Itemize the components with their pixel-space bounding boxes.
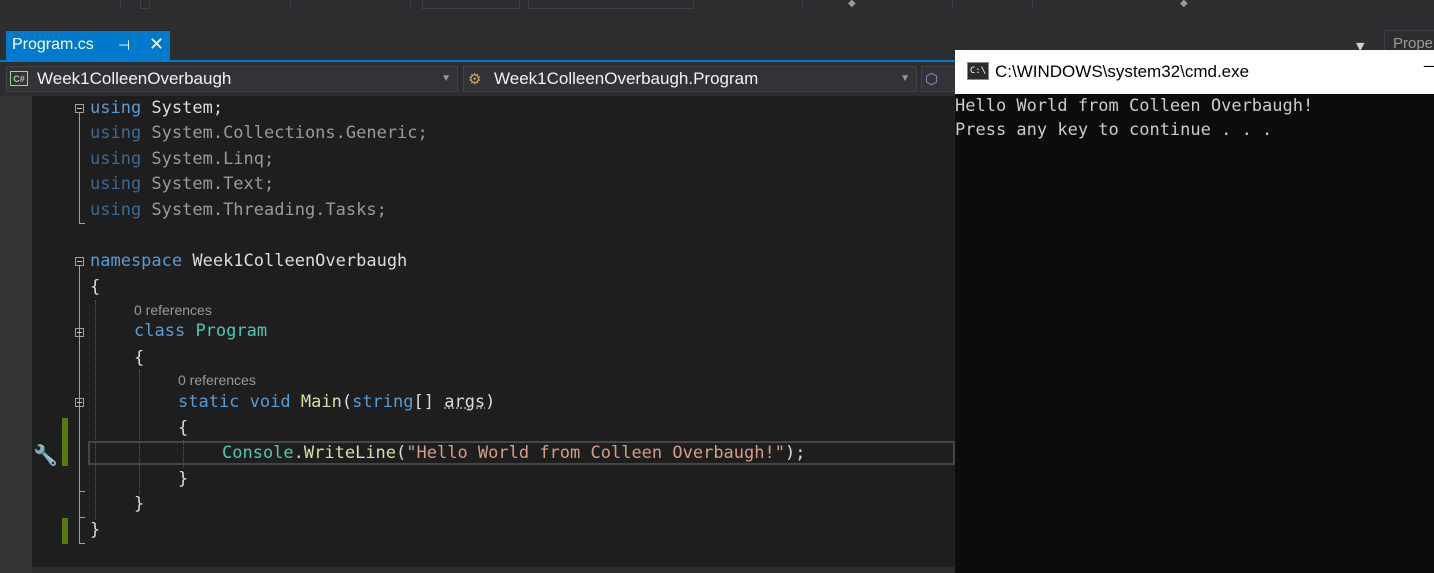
- code-line[interactable]: {: [178, 417, 188, 439]
- code-text: ): [485, 392, 496, 412]
- toolbar-separator: [1032, 0, 1033, 8]
- method-cube-icon: ⬡: [925, 71, 939, 88]
- outline-line: [79, 543, 85, 544]
- indent-guide: [95, 300, 96, 520]
- console-output-line: Press any key to continue . . .: [955, 120, 1273, 140]
- collapse-icon[interactable]: [75, 104, 84, 113]
- keyword: using: [90, 98, 142, 118]
- collapse-icon[interactable]: [75, 257, 84, 266]
- keyword: namespace: [90, 251, 183, 271]
- toolbar-separator: [120, 0, 121, 8]
- code-text: (: [396, 443, 407, 463]
- code-text: System;: [141, 98, 224, 118]
- keyword: void: [249, 392, 291, 412]
- code-line[interactable]: using System.Collections.Generic;: [90, 122, 428, 144]
- code-line[interactable]: using System.Linq;: [90, 148, 274, 170]
- toolbar-separator: [290, 0, 291, 8]
- change-marker-bar: [62, 518, 68, 544]
- csharp-project-icon: C#: [10, 71, 28, 86]
- close-icon[interactable]: ✕: [149, 34, 164, 55]
- horizontal-scrollbar[interactable]: [32, 567, 955, 573]
- chevron-down-icon[interactable]: ◆: [848, 0, 856, 9]
- main-toolbar: ◆ ◆: [0, 0, 1434, 30]
- toolbar-separator: [802, 0, 803, 8]
- outline-line: [79, 517, 85, 518]
- code-line[interactable]: using System.Threading.Tasks;: [90, 199, 387, 221]
- type-name: Console: [222, 443, 294, 463]
- console-output-line: Hello World from Colleen Overbaugh!: [955, 96, 1314, 116]
- outline-line: [79, 223, 85, 224]
- toolbar-separator: [410, 0, 411, 8]
- indent-guide: [139, 370, 140, 494]
- platform-dropdown[interactable]: [528, 0, 694, 9]
- keyword: class: [134, 321, 186, 341]
- code-text: System.Threading.Tasks;: [141, 200, 387, 220]
- cmd-window[interactable]: C:\ C:\WINDOWS\system32\cmd.exe — Hello …: [955, 50, 1434, 573]
- code-line[interactable]: class Program: [134, 320, 267, 342]
- glyph-margin: [0, 96, 32, 573]
- code-text: .: [293, 443, 304, 463]
- code-text: (: [341, 392, 353, 412]
- class-dropdown-value: Week1ColleenOverbaugh.Program: [494, 69, 759, 88]
- class-dropdown[interactable]: ⚙ Week1ColleenOverbaugh.Program ▼: [463, 66, 917, 92]
- code-line[interactable]: Console.WriteLine("Hello World from Coll…: [222, 442, 805, 464]
- tab-label: Program.cs: [12, 36, 94, 53]
- code-text: System.Text;: [141, 174, 275, 194]
- codelens-references[interactable]: 0 references: [134, 302, 212, 318]
- namespace-name: Week1ColleenOverbaugh: [182, 251, 408, 271]
- code-text: []: [413, 392, 445, 412]
- class-icon: ⚙: [468, 71, 482, 88]
- keyword: using: [90, 149, 142, 169]
- pin-icon[interactable]: ⊣: [118, 38, 130, 54]
- collapse-icon[interactable]: [75, 328, 84, 337]
- tab-program-cs[interactable]: Program.cs ⊣ ✕: [6, 31, 170, 60]
- outline-line: [79, 491, 85, 492]
- project-dropdown[interactable]: C# Week1ColleenOverbaugh ▼: [6, 66, 458, 92]
- keyword: using: [90, 123, 142, 143]
- chevron-down-icon: ▼: [900, 73, 910, 84]
- outline-line: [79, 113, 80, 223]
- code-line[interactable]: static void Main(string[] args): [178, 391, 495, 413]
- class-name: Program: [195, 321, 268, 341]
- cmd-icon: C:\: [967, 62, 989, 80]
- code-line[interactable]: }: [134, 493, 144, 515]
- change-marker-bar: [62, 418, 68, 466]
- code-line[interactable]: namespace Week1ColleenOverbaugh: [90, 250, 407, 272]
- minimize-button[interactable]: —: [1423, 56, 1434, 75]
- chevron-down-icon[interactable]: ◆: [1180, 0, 1188, 9]
- code-line[interactable]: {: [90, 276, 100, 298]
- code-line[interactable]: {: [134, 347, 144, 369]
- codelens-references[interactable]: 0 references: [178, 372, 256, 388]
- keyword: static: [178, 392, 240, 412]
- screwdriver-icon[interactable]: 🔧: [33, 443, 58, 467]
- toolbar-separator: [952, 0, 953, 8]
- code-line[interactable]: }: [90, 519, 100, 541]
- toolbar-button[interactable]: [140, 0, 150, 9]
- collapse-icon[interactable]: [75, 398, 84, 407]
- code-line[interactable]: }: [178, 468, 188, 490]
- code-line[interactable]: using System.Text;: [90, 173, 274, 195]
- cmd-window-title: C:\WINDOWS\system32\cmd.exe: [995, 62, 1250, 81]
- method-name: Main: [300, 392, 342, 412]
- code-text: System.Collections.Generic;: [141, 123, 428, 143]
- code-line[interactable]: using System;: [90, 97, 223, 119]
- project-dropdown-value: Week1ColleenOverbaugh: [37, 69, 232, 88]
- code-text: );: [784, 443, 806, 463]
- keyword: string: [352, 392, 414, 412]
- code-text: System.Linq;: [141, 149, 275, 169]
- solution-config-dropdown[interactable]: [422, 0, 520, 9]
- navigation-bar: C# Week1ColleenOverbaugh ▼ ⚙ Week1Collee…: [0, 62, 961, 96]
- method-name: WriteLine: [303, 443, 397, 463]
- cmd-title-bar[interactable]: C:\ C:\WINDOWS\system32\cmd.exe —: [955, 50, 1434, 94]
- string-literal: "Hello World from Colleen Overbaugh!": [406, 443, 785, 463]
- chevron-down-icon: ▼: [441, 73, 451, 84]
- outline-line: [79, 407, 80, 491]
- parameter-name: args: [444, 392, 486, 412]
- keyword: using: [90, 174, 142, 194]
- keyword: using: [90, 200, 142, 220]
